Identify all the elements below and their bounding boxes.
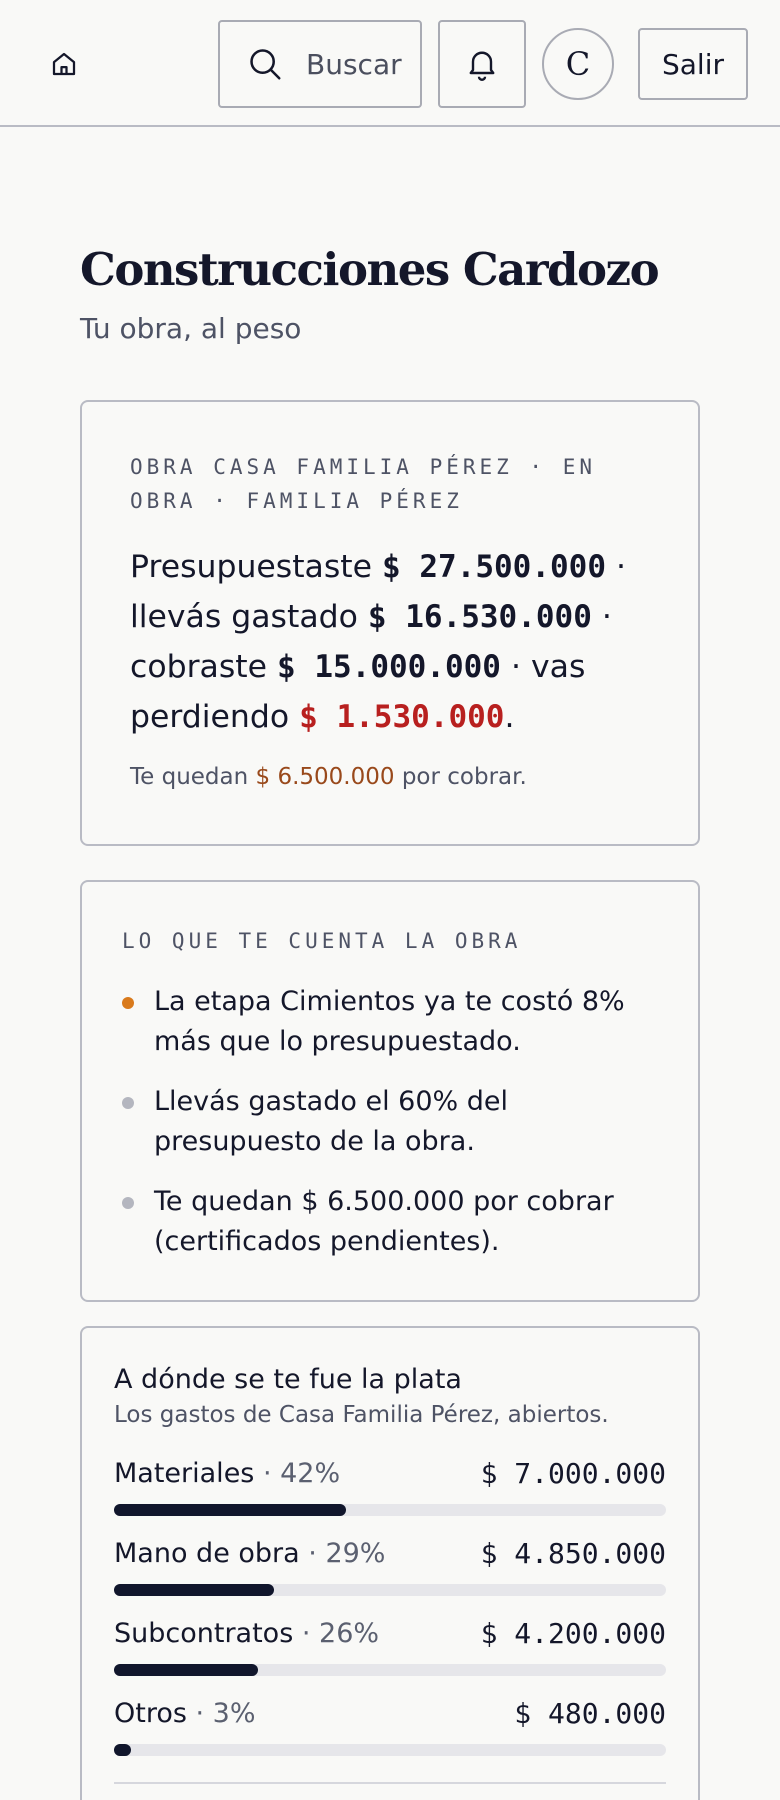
pending-amount: $ 6.500.000 <box>255 764 395 790</box>
summary-text: Presupuestaste $ 27.500.000 · llevás gas… <box>130 542 670 742</box>
spending-subtitle: Los gastos de Casa Familia Pérez, abiert… <box>114 1402 609 1428</box>
progress-fill <box>114 1504 346 1516</box>
page-title: Construcciones Cardozo <box>80 243 660 296</box>
spending-amount: $ 4.200.000 <box>480 1617 666 1650</box>
spending-amount: $ 4.850.000 <box>480 1537 666 1570</box>
category-percent: · 26% <box>293 1618 380 1649</box>
spending-amount: $ 480.000 <box>514 1697 666 1730</box>
collected-amount: $ 15.000.000 <box>277 649 501 685</box>
spending-amount: $ 7.000.000 <box>480 1457 666 1490</box>
category-name: Subcontratos <box>114 1618 294 1649</box>
spending-label: Mano de obra · 29% <box>114 1536 385 1572</box>
spent-amount: $ 16.530.000 <box>367 599 592 635</box>
progress-fill <box>114 1664 258 1676</box>
avatar[interactable]: C <box>542 28 614 100</box>
insights-eyebrow: LO QUE TE CUENTA LA OBRA <box>122 929 522 953</box>
insight-text: La etapa Cimientos ya te costó 8% más qu… <box>154 986 625 1057</box>
spending-label: Otros · 3% <box>114 1696 256 1732</box>
neutral-dot-icon <box>122 1197 134 1209</box>
progress-track <box>114 1744 666 1756</box>
insights-card: LO QUE TE CUENTA LA OBRA La etapa Cimien… <box>80 880 700 1302</box>
search-label: Buscar <box>306 47 402 81</box>
insight-item: Llevás gastado el 60% del presupuesto de… <box>122 1082 662 1162</box>
spending-title: A dónde se te fue la plata <box>114 1364 462 1395</box>
note-text: por cobrar. <box>394 764 527 790</box>
page-subtitle: Tu obra, al peso <box>80 312 302 345</box>
category-percent: · 42% <box>254 1458 341 1489</box>
note-text: Te quedan <box>130 764 256 790</box>
search-icon <box>250 49 281 80</box>
spending-list: Materiales · 42% $ 7.000.000 Mano de obr… <box>114 1456 666 1776</box>
home-button[interactable] <box>44 44 84 84</box>
neutral-dot-icon <box>122 1097 134 1109</box>
spending-row: Otros · 3% $ 480.000 <box>114 1696 666 1776</box>
project-eyebrow: OBRA CASA FAMILIA PÉREZ · EN OBRA · FAMI… <box>130 455 597 513</box>
insight-text: Llevás gastado el 60% del presupuesto de… <box>154 1086 508 1157</box>
summary-text-part: Presupuestaste <box>130 549 383 585</box>
category-percent: · 3% <box>186 1698 256 1729</box>
budget-amount: $ 27.500.000 <box>382 549 606 585</box>
bell-icon <box>469 51 495 81</box>
divider <box>114 1782 666 1784</box>
home-icon <box>52 52 76 76</box>
spending-row: Mano de obra · 29% $ 4.850.000 <box>114 1536 666 1616</box>
progress-track <box>114 1664 666 1676</box>
top-bar: Buscar C Salir <box>0 0 780 127</box>
spending-row: Materiales · 42% $ 7.000.000 <box>114 1456 666 1536</box>
loss-amount: $ 1.530.000 <box>299 699 505 735</box>
category-name: Materiales <box>114 1458 255 1489</box>
progress-fill <box>114 1584 275 1596</box>
insight-item: Te quedan $ 6.500.000 por cobrar (certif… <box>122 1182 662 1262</box>
spending-label: Subcontratos · 26% <box>114 1616 379 1652</box>
project-summary-card: OBRA CASA FAMILIA PÉREZ · EN OBRA · FAMI… <box>80 400 700 846</box>
progress-track <box>114 1584 666 1596</box>
category-name: Mano de obra <box>114 1538 300 1569</box>
insight-item: La etapa Cimientos ya te costó 8% más qu… <box>122 982 662 1062</box>
insight-list: La etapa Cimientos ya te costó 8% más qu… <box>122 982 662 1282</box>
spending-breakdown-card: A dónde se te fue la plata Los gastos de… <box>80 1326 700 1800</box>
spending-row: Subcontratos · 26% $ 4.200.000 <box>114 1616 666 1696</box>
progress-fill <box>114 1744 131 1756</box>
progress-track <box>114 1504 666 1516</box>
insight-text: Te quedan $ 6.500.000 por cobrar (certif… <box>154 1186 614 1257</box>
category-name: Otros <box>114 1698 187 1729</box>
search-button[interactable]: Buscar <box>218 20 422 108</box>
spending-label: Materiales · 42% <box>114 1456 340 1492</box>
logout-button[interactable]: Salir <box>638 28 748 100</box>
summary-text-part: . <box>504 699 515 735</box>
warning-dot-icon <box>122 997 134 1009</box>
notifications-button[interactable] <box>438 20 526 108</box>
pending-collection-note: Te quedan $ 6.500.000 por cobrar. <box>130 764 527 790</box>
category-percent: · 29% <box>299 1538 386 1569</box>
